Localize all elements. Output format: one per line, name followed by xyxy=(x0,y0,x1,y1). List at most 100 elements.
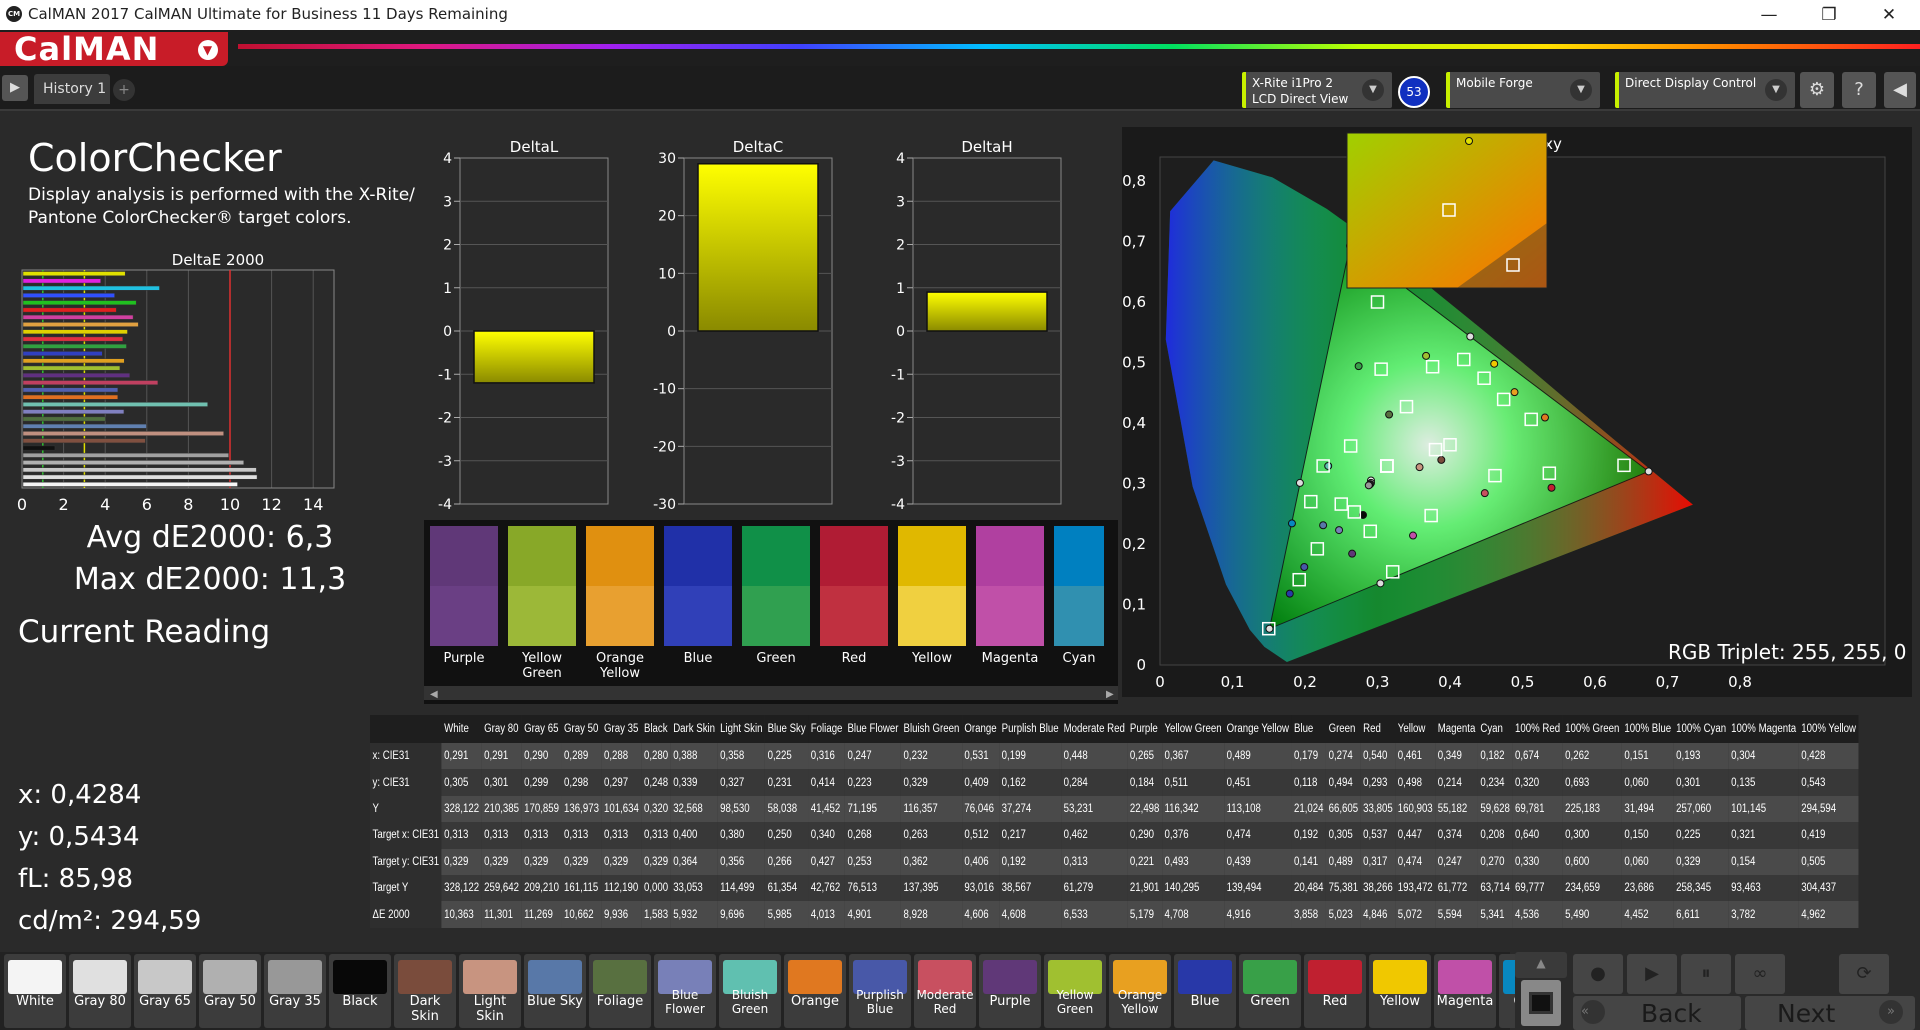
stop-button[interactable] xyxy=(1521,980,1561,1026)
table-cell: 0,289 xyxy=(561,743,602,770)
table-cell: 160,903 xyxy=(1395,795,1436,823)
add-tab-button[interactable]: + xyxy=(113,79,135,101)
table-cell: 0,427 xyxy=(808,848,845,875)
table-cell: 3,782 xyxy=(1728,901,1799,928)
next-button[interactable]: Next » xyxy=(1745,996,1915,1030)
table-row: Y 328,122 210,385 170,859 136,973 101,634 0,32… xyxy=(370,795,1859,823)
swatch-button[interactable]: Orange xyxy=(784,954,846,1028)
table-cell: 0,234 xyxy=(1477,769,1513,796)
loop-button[interactable]: ∞ xyxy=(1735,954,1785,994)
column-header: 100% Magenta xyxy=(1728,715,1799,743)
deltae-bar xyxy=(22,329,128,335)
restore-icon[interactable]: ❐ xyxy=(1814,2,1844,28)
table-cell: 8,928 xyxy=(900,901,962,928)
swatch-button[interactable]: Dark Skin xyxy=(394,954,456,1028)
swatch-button[interactable]: Blue Sky xyxy=(524,954,586,1028)
swatch-button[interactable]: Foliage xyxy=(589,954,651,1028)
swatch-color xyxy=(1243,960,1297,994)
patch-top xyxy=(898,526,966,586)
play-button[interactable]: ▶ xyxy=(1627,954,1677,994)
swatch-button[interactable]: Bluish Green xyxy=(719,954,781,1028)
swatch-button[interactable]: White xyxy=(4,954,66,1028)
swatch-button[interactable]: Blue Flower xyxy=(654,954,716,1028)
table-cell: 5,490 xyxy=(1562,901,1622,928)
source-selector[interactable]: Mobile Forge ▼ xyxy=(1446,72,1600,108)
table-cell: 66,605 xyxy=(1326,795,1361,823)
minimize-icon[interactable]: — xyxy=(1754,2,1784,28)
swatch-color xyxy=(528,960,582,994)
row-label: x: CIE31 xyxy=(370,743,442,770)
table-cell: 137,395 xyxy=(900,874,962,902)
brand-bar: CalMAN ▼ xyxy=(0,30,1920,66)
x-tick-label: 4 xyxy=(100,495,110,514)
swatch-color xyxy=(8,960,62,994)
column-header: Red xyxy=(1360,715,1396,743)
close-icon[interactable]: ✕ xyxy=(1874,2,1904,28)
swatch-button[interactable]: Moderate Red xyxy=(914,954,976,1028)
collapse-arrow-icon[interactable]: ◀ xyxy=(1884,72,1916,108)
y-tick-label: -20 xyxy=(653,439,676,455)
table-cell: 38,266 xyxy=(1360,874,1396,902)
pause-button[interactable]: ⏸ xyxy=(1681,954,1731,994)
page-title: ColorChecker xyxy=(28,136,282,180)
swatch-button[interactable]: Gray 65 xyxy=(134,954,196,1028)
table-cell: 0,154 xyxy=(1728,848,1799,875)
table-cell: 116,342 xyxy=(1161,795,1225,823)
table-cell: 6,533 xyxy=(1061,901,1128,928)
play-icon[interactable]: ▶ xyxy=(2,75,28,101)
table-cell: 101,634 xyxy=(601,795,642,823)
table-cell: 139,494 xyxy=(1224,874,1292,902)
swatch-button[interactable]: Magenta xyxy=(1434,954,1496,1028)
scroll-left-icon: ◀ xyxy=(430,689,438,700)
column-header: Gray 35 xyxy=(601,715,642,743)
swatch-button[interactable]: Red xyxy=(1304,954,1366,1028)
table-cell: 258,345 xyxy=(1673,874,1729,902)
chevron-down-icon: ▼ xyxy=(1570,79,1592,101)
swatch-button[interactable]: Gray 80 xyxy=(69,954,131,1028)
swatch-button[interactable]: Yellow Green xyxy=(1044,954,1106,1028)
swatch-button[interactable]: Light Skin xyxy=(459,954,521,1028)
swatch-button[interactable]: Yellow xyxy=(1369,954,1431,1028)
swatch-button[interactable]: Orange Yellow xyxy=(1109,954,1171,1028)
y-tick-label: 10 xyxy=(658,266,676,282)
help-icon[interactable]: ? xyxy=(1842,72,1876,108)
record-button[interactable]: ● xyxy=(1573,954,1623,994)
swatch-button[interactable]: Purplish Blue xyxy=(849,954,911,1028)
swatch-button[interactable]: Gray 35 xyxy=(264,954,326,1028)
settings-gear-icon[interactable]: ⚙ xyxy=(1800,72,1834,108)
refresh-button[interactable]: ⟳ xyxy=(1839,954,1889,994)
table-row: Target y: CIE31 0,329 0,329 0,329 0,329 0,329… xyxy=(370,848,1859,875)
play-icon: ▶ xyxy=(1645,963,1659,984)
column-header: Cyan xyxy=(1477,715,1513,743)
meter-selector[interactable]: X-Rite i1Pro 2 LCD Direct View ▼ xyxy=(1242,72,1392,108)
table-cell: 0,162 xyxy=(999,769,1062,796)
swatch-button[interactable]: Gray 50 xyxy=(199,954,261,1028)
meter-badge[interactable]: 53 xyxy=(1398,76,1430,108)
swatch-label: Purple xyxy=(989,994,1031,1009)
swatch-button[interactable]: Black xyxy=(329,954,391,1028)
display-selector[interactable]: Direct Display Control ▼ xyxy=(1615,72,1795,108)
back-button[interactable]: « Back xyxy=(1573,996,1741,1030)
table-cell: 304,437 xyxy=(1798,874,1859,902)
tab-history-1[interactable]: History 1 xyxy=(34,74,110,104)
table-cell: 0,225 xyxy=(765,743,809,770)
table-cell: 76,046 xyxy=(961,795,1000,823)
swatch-button[interactable]: Blue xyxy=(1174,954,1236,1028)
patch-bottom xyxy=(898,586,966,646)
swatch-button[interactable]: Green xyxy=(1239,954,1301,1028)
table-cell: 0,284 xyxy=(1061,769,1128,796)
up-arrow-icon[interactable]: ▲ xyxy=(1515,952,1567,978)
deltae-bar xyxy=(22,372,130,378)
table-cell: 33,053 xyxy=(670,874,718,902)
table-cell: 0,320 xyxy=(1512,769,1563,796)
table-cell: 0,409 xyxy=(961,769,1000,796)
table-cell: 71,195 xyxy=(844,795,901,823)
table-cell: 0,329 xyxy=(521,848,562,875)
patch-label: Orange xyxy=(596,651,644,666)
y-tick-label: -3 xyxy=(438,454,452,470)
table-cell: 0,262 xyxy=(1562,743,1622,770)
table-cell: 59,628 xyxy=(1477,795,1513,823)
swatch-button[interactable]: Purple xyxy=(979,954,1041,1028)
swatch-label: Gray 50 xyxy=(204,994,256,1009)
calman-logo-button[interactable]: CalMAN ▼ xyxy=(0,32,228,66)
